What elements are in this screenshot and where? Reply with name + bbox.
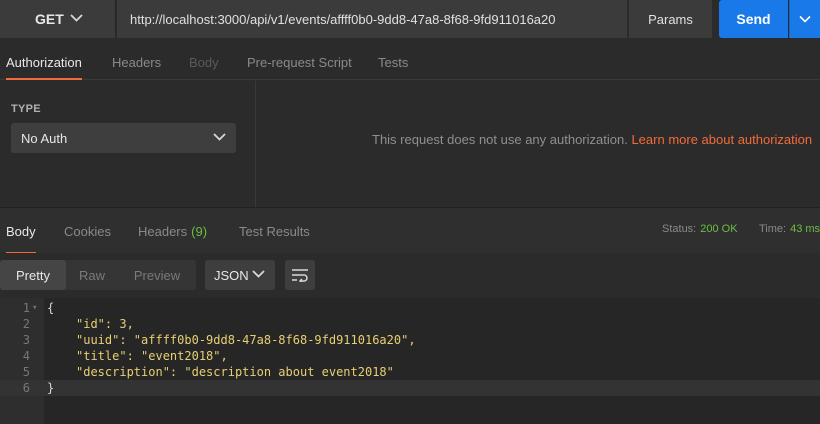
chevron-down-icon xyxy=(213,133,226,141)
headers-count: (9) xyxy=(191,223,208,239)
view-preview-button[interactable]: Preview xyxy=(124,260,190,290)
view-raw-button[interactable]: Raw xyxy=(62,260,122,290)
method-label: GET xyxy=(35,11,64,27)
tab-label: Headers xyxy=(138,223,188,239)
line-number: 4 xyxy=(22,349,30,363)
status-label: Status: xyxy=(662,223,697,235)
tab-pre-request-script[interactable]: Pre-request Script xyxy=(247,44,352,80)
tab-label: Cookies xyxy=(64,223,111,239)
url-input[interactable]: http://localhost:3000/api/v1/events/afff… xyxy=(117,0,627,38)
status-value: 200 OK xyxy=(700,223,738,235)
chevron-down-icon xyxy=(70,14,83,22)
wrap-lines-icon xyxy=(292,269,308,282)
tab-authorization[interactable]: Authorization xyxy=(6,44,82,80)
auth-type-panel: TYPE No Auth xyxy=(0,81,256,207)
line-number: 5 xyxy=(22,365,30,379)
request-url-bar: GET http://localhost:3000/api/v1/events/… xyxy=(0,0,820,40)
tab-label: Authorization xyxy=(6,54,82,70)
line-number: 2 xyxy=(22,317,30,331)
response-body-editor[interactable]: 1 ▾ { 2 "id": 3, 3 "uuid": "affff0b0-9dd… xyxy=(0,298,820,424)
send-dropdown-button[interactable] xyxy=(789,0,820,38)
fold-arrow-icon[interactable]: ▾ xyxy=(32,300,37,316)
tab-headers[interactable]: Headers xyxy=(112,44,161,80)
code-line: 3 "uuid": "affff0b0-9dd8-47a8-8f68-9fd91… xyxy=(0,332,820,348)
time-info: Time: 43 ms xyxy=(759,223,820,235)
code-text: "description": "description about event2… xyxy=(76,365,394,379)
code-text: "title": "event2018", xyxy=(76,349,228,363)
line-number: 6 xyxy=(22,381,30,395)
method-select[interactable]: GET xyxy=(0,0,116,38)
tab-label: Pre-request Script xyxy=(247,54,352,70)
format-value: JSON xyxy=(214,267,249,283)
tab-label: Body xyxy=(6,223,36,239)
code-line: 1 ▾ { xyxy=(0,300,820,316)
code-text: "uuid": "affff0b0-9dd8-47a8-8f68-9fd9110… xyxy=(76,333,416,347)
code-line: 4 "title": "event2018", xyxy=(0,348,820,364)
view-mode-toggle: Pretty Raw Preview xyxy=(0,260,196,290)
view-mode-label: Raw xyxy=(78,267,105,283)
chevron-down-icon xyxy=(252,270,265,278)
code-line: 5 "description": "description about even… xyxy=(0,364,820,380)
request-tabs: Authorization Headers Body Pre-request S… xyxy=(0,44,820,80)
auth-type-label: TYPE xyxy=(11,103,41,115)
tab-label: Tests xyxy=(378,54,409,70)
auth-type-value: No Auth xyxy=(21,130,68,146)
code-line: 2 "id": 3, xyxy=(0,316,820,332)
wrap-lines-button[interactable] xyxy=(285,260,315,290)
tab-test-results[interactable]: Test Results xyxy=(239,208,310,254)
format-select[interactable]: JSON xyxy=(205,260,275,290)
auth-message: This request does not use any authorizat… xyxy=(372,132,812,147)
view-mode-label: Preview xyxy=(133,267,181,283)
params-button[interactable]: Params xyxy=(629,0,712,38)
learn-more-auth-link[interactable]: Learn more about authorization xyxy=(631,132,812,147)
code-text: { xyxy=(47,301,55,315)
status-info: Status: 200 OK xyxy=(662,223,738,235)
tab-response-headers[interactable]: Headers (9) xyxy=(138,208,207,254)
auth-type-select[interactable]: No Auth xyxy=(11,123,236,153)
response-view-controls: Pretty Raw Preview JSON xyxy=(0,253,820,297)
line-number: 1 xyxy=(22,301,30,315)
url-text: http://localhost:3000/api/v1/events/afff… xyxy=(130,11,556,27)
code-text: } xyxy=(47,381,55,395)
code-text: "id": 3, xyxy=(76,317,134,331)
tab-cookies[interactable]: Cookies xyxy=(64,208,111,254)
code-line: 6 } xyxy=(0,380,820,396)
params-label: Params xyxy=(648,11,693,27)
chevron-down-icon xyxy=(799,15,811,23)
line-number: 3 xyxy=(22,333,30,347)
send-label: Send xyxy=(736,11,771,27)
send-button[interactable]: Send xyxy=(719,0,788,38)
view-pretty-button[interactable]: Pretty xyxy=(0,260,66,290)
tab-body[interactable]: Body xyxy=(189,44,219,80)
time-value: 43 ms xyxy=(790,223,820,235)
tab-label: Headers xyxy=(112,54,162,70)
tab-tests[interactable]: Tests xyxy=(378,44,408,80)
time-label: Time: xyxy=(759,223,787,235)
view-mode-label: Pretty xyxy=(16,267,50,283)
tab-label: Test Results xyxy=(239,223,310,239)
auth-message-text: This request does not use any authorizat… xyxy=(372,132,628,147)
tab-label: Body xyxy=(189,54,219,70)
response-tabs: Body Cookies Headers (9) Test Results St… xyxy=(0,207,820,254)
tab-response-body[interactable]: Body xyxy=(6,208,36,254)
